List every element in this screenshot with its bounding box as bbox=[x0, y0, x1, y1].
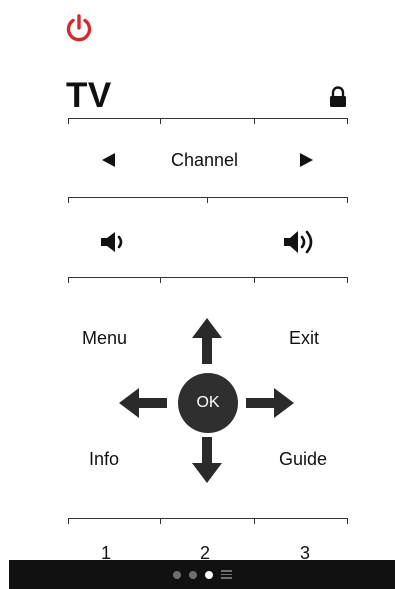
channel-up-button[interactable] bbox=[290, 145, 330, 175]
lock-icon bbox=[330, 86, 346, 107]
volume-up-button[interactable] bbox=[281, 226, 321, 258]
page-dot-2[interactable] bbox=[188, 570, 197, 579]
info-button[interactable]: Info bbox=[89, 449, 119, 470]
lock-button[interactable] bbox=[328, 86, 348, 108]
ok-button[interactable]: OK bbox=[178, 373, 238, 433]
menu-lines-icon[interactable] bbox=[220, 570, 232, 579]
channel-label: Channel bbox=[171, 150, 239, 170]
power-button[interactable] bbox=[63, 12, 95, 44]
channel-down-button[interactable] bbox=[90, 145, 130, 175]
arrow-down-button[interactable] bbox=[192, 437, 222, 483]
volume-up-icon bbox=[284, 230, 313, 254]
page-dot-1[interactable] bbox=[172, 570, 181, 579]
page-dot-3-active[interactable] bbox=[204, 570, 213, 579]
arrow-up-button[interactable] bbox=[192, 318, 222, 364]
page-indicator bbox=[9, 560, 395, 589]
power-icon bbox=[66, 14, 92, 42]
triangle-right-icon bbox=[300, 153, 313, 167]
arrow-right-button[interactable] bbox=[244, 388, 294, 418]
arrow-right-icon bbox=[246, 388, 294, 418]
arrow-left-button[interactable] bbox=[119, 388, 169, 418]
volume-down-icon bbox=[101, 232, 123, 252]
volume-down-button[interactable] bbox=[98, 228, 132, 256]
triangle-left-icon bbox=[102, 153, 115, 167]
page-title: TV bbox=[66, 76, 112, 115]
exit-button[interactable]: Exit bbox=[289, 328, 319, 349]
arrow-left-icon bbox=[119, 388, 167, 418]
arrow-down-icon bbox=[192, 437, 222, 483]
guide-button[interactable]: Guide bbox=[279, 449, 327, 470]
arrow-up-icon bbox=[192, 318, 222, 364]
menu-button[interactable]: Menu bbox=[82, 328, 127, 349]
